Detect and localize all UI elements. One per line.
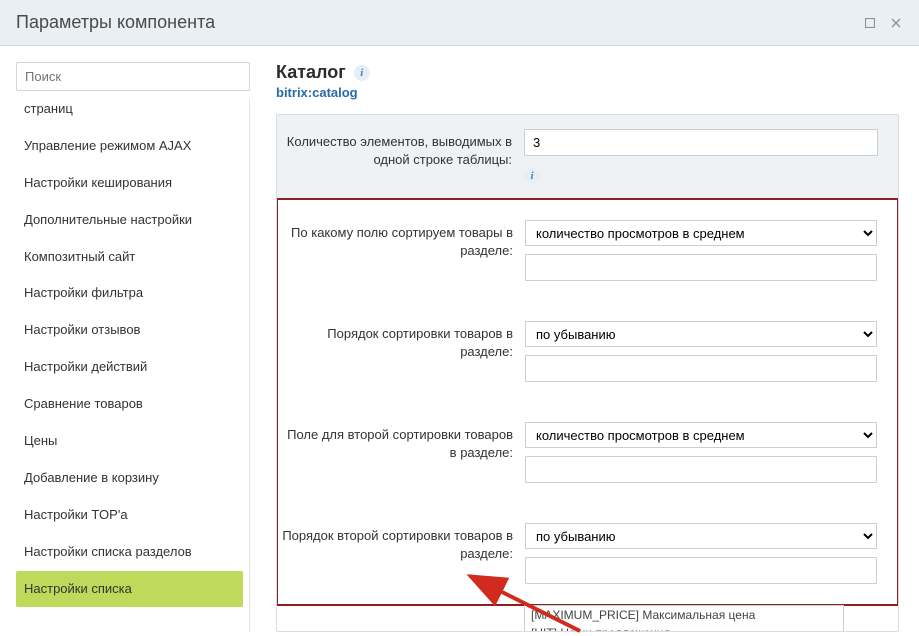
row-count-label: Количество элементов, выводимых в одной … [277,129,512,169]
sidebar-item[interactable]: Добавление в корзину [16,460,243,497]
close-icon[interactable] [889,16,903,30]
form-area: Количество элементов, выводимых в одной … [276,114,899,632]
sort-field2-extra-input[interactable] [525,456,877,483]
highlighted-sort-group: По какому полю сортируем товары в раздел… [277,198,898,606]
sort-order-select[interactable]: по убыванию [525,321,877,347]
titlebar-controls [863,16,903,30]
search-box[interactable] [16,62,250,91]
sort-order2-select[interactable]: по убыванию [525,523,877,549]
sidebar-item[interactable]: Настройки фильтра [16,275,243,312]
sort-field-extra-input[interactable] [525,254,877,281]
list-item[interactable]: [HIT] Наши предложения [525,624,843,631]
row-listbox: [MAXIMUM_PRICE] Максимальная цена[HIT] Н… [277,605,898,631]
sidebar-item[interactable]: Настройки кеширования [16,165,243,202]
main-panel: Каталог i bitrix:catalog Количество элем… [260,46,919,632]
sort-field-select[interactable]: количество просмотров в среднем [525,220,877,246]
sidebar-item[interactable]: Цены [16,423,243,460]
component-code: bitrix:catalog [276,85,899,100]
sort-order2-extra-input[interactable] [525,557,877,584]
row-sort-order2: Порядок второй сортировки товаров в разд… [278,503,897,604]
sidebar-item[interactable]: Настройки TOP'а [16,497,243,534]
sidebar-item[interactable]: Настройки списка разделов [16,534,243,571]
sidebar-item[interactable]: Настройки отзывов [16,312,243,349]
row-sort-order-label: Порядок сортировки товаров в разделе: [278,321,513,361]
row-count: Количество элементов, выводимых в одной … [277,115,898,199]
sidebar-item[interactable]: Управление режимом AJAX [16,128,243,165]
row-sort-order2-label: Порядок второй сортировки товаров в разд… [278,523,513,563]
sidebar-item[interactable]: Сравнение товаров [16,386,243,423]
sidebar-item[interactable]: страниц [16,99,243,128]
titlebar: Параметры компонента [0,0,919,46]
search-input[interactable] [25,69,241,84]
info-icon[interactable]: i [524,168,540,184]
row-sort-field-label: По какому полю сортируем товары в раздел… [278,220,513,260]
row-sort-field2-label: Поле для второй сортировки товаров в раз… [278,422,513,462]
maximize-icon[interactable] [863,16,877,30]
sidebar-item[interactable]: Дополнительные настройки [16,202,243,239]
component-header: Каталог i bitrix:catalog [276,62,899,100]
sort-order-extra-input[interactable] [525,355,877,382]
info-icon[interactable]: i [354,65,370,81]
list-item[interactable]: [MAXIMUM_PRICE] Максимальная цена [525,606,843,624]
count-input[interactable] [524,129,878,156]
sidebar: страницУправление режимом AJAXНастройки … [0,46,260,632]
sidebar-item[interactable]: Настройки списка [16,571,243,608]
window-title: Параметры компонента [16,12,215,33]
field-list-select[interactable]: [MAXIMUM_PRICE] Максимальная цена[HIT] Н… [524,605,844,631]
sidebar-item[interactable]: Композитный сайт [16,239,243,276]
row-sort-field: По какому полю сортируем товары в раздел… [278,200,897,301]
row-sort-order: Порядок сортировки товаров в разделе: по… [278,301,897,402]
component-title: Каталог [276,62,346,83]
sort-field2-select[interactable]: количество просмотров в среднем [525,422,877,448]
row-sort-field2: Поле для второй сортировки товаров в раз… [278,402,897,503]
sidebar-item[interactable]: Настройки действий [16,349,243,386]
sidebar-nav[interactable]: страницУправление режимом AJAXНастройки … [16,99,249,632]
form-scroll[interactable]: Количество элементов, выводимых в одной … [277,115,898,631]
